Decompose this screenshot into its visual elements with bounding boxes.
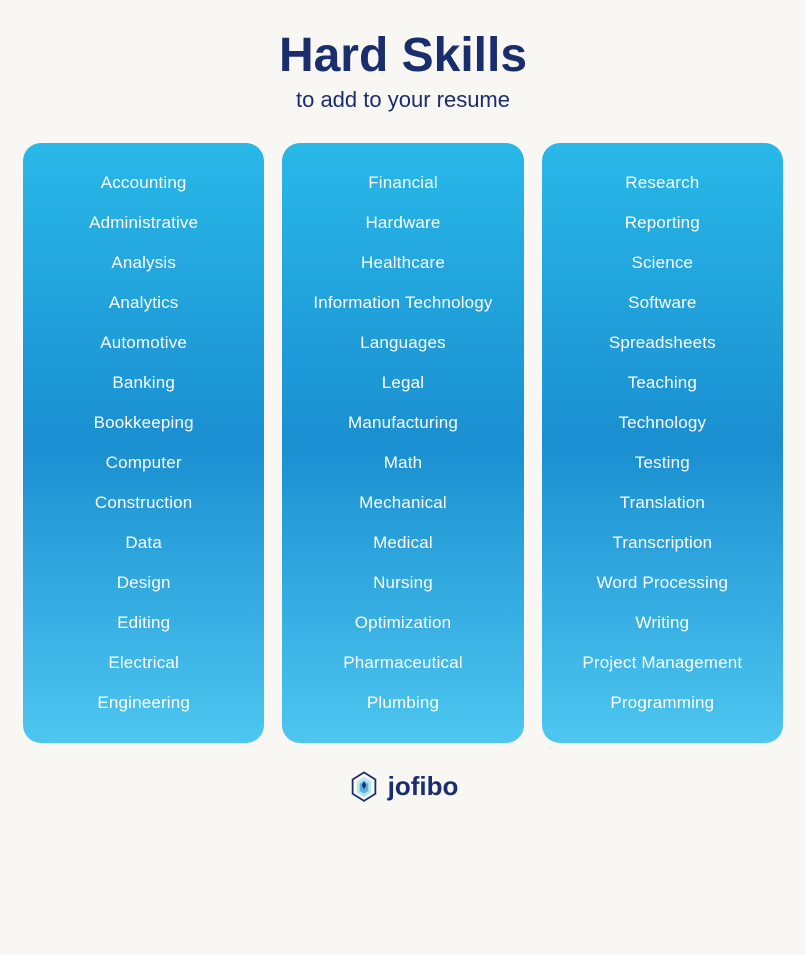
- skill-item-3-12: Writing: [552, 603, 773, 643]
- page-header: Hard Skills to add to your resume: [279, 30, 527, 113]
- skill-item-1-9: Construction: [33, 483, 254, 523]
- skill-item-3-1: Research: [552, 163, 773, 203]
- skill-item-2-14: Plumbing: [292, 683, 513, 723]
- jofibo-logo-icon: [348, 771, 380, 803]
- footer-logo-text: jofibo: [388, 771, 459, 802]
- skill-item-2-11: Nursing: [292, 563, 513, 603]
- skill-item-3-5: Spreadsheets: [552, 323, 773, 363]
- skill-item-2-2: Hardware: [292, 203, 513, 243]
- skill-item-3-6: Teaching: [552, 363, 773, 403]
- skill-item-3-13: Project Management: [552, 643, 773, 683]
- skill-item-1-7: Bookkeeping: [33, 403, 254, 443]
- skill-item-3-11: Word Processing: [552, 563, 773, 603]
- skill-item-3-10: Transcription: [552, 523, 773, 563]
- skill-item-1-13: Electrical: [33, 643, 254, 683]
- skill-item-2-4: Information Technology: [292, 283, 513, 323]
- skills-columns: AccountingAdministrativeAnalysisAnalytic…: [23, 143, 783, 743]
- skill-item-2-13: Pharmaceutical: [292, 643, 513, 683]
- skills-column-2: FinancialHardwareHealthcareInformation T…: [282, 143, 523, 743]
- skill-item-3-7: Technology: [552, 403, 773, 443]
- page-title: Hard Skills: [279, 30, 527, 83]
- skill-item-2-1: Financial: [292, 163, 513, 203]
- skill-item-2-12: Optimization: [292, 603, 513, 643]
- skill-item-1-5: Automotive: [33, 323, 254, 363]
- skill-item-2-9: Mechanical: [292, 483, 513, 523]
- skill-item-1-2: Administrative: [33, 203, 254, 243]
- skills-column-1: AccountingAdministrativeAnalysisAnalytic…: [23, 143, 264, 743]
- page-subtitle: to add to your resume: [279, 87, 527, 113]
- skill-item-1-14: Engineering: [33, 683, 254, 723]
- skill-item-1-8: Computer: [33, 443, 254, 483]
- skill-item-1-4: Analytics: [33, 283, 254, 323]
- skill-item-2-8: Math: [292, 443, 513, 483]
- skill-item-1-3: Analysis: [33, 243, 254, 283]
- skill-item-1-10: Data: [33, 523, 254, 563]
- skill-item-1-6: Banking: [33, 363, 254, 403]
- skill-item-1-11: Design: [33, 563, 254, 603]
- skill-item-3-14: Programming: [552, 683, 773, 723]
- skill-item-2-7: Manufacturing: [292, 403, 513, 443]
- skill-item-2-5: Languages: [292, 323, 513, 363]
- skill-item-2-6: Legal: [292, 363, 513, 403]
- skills-column-3: ResearchReportingScienceSoftwareSpreadsh…: [542, 143, 783, 743]
- skill-item-2-3: Healthcare: [292, 243, 513, 283]
- skill-item-1-12: Editing: [33, 603, 254, 643]
- skill-item-3-9: Translation: [552, 483, 773, 523]
- footer: jofibo: [348, 771, 459, 803]
- skill-item-2-10: Medical: [292, 523, 513, 563]
- skill-item-3-4: Software: [552, 283, 773, 323]
- skill-item-3-2: Reporting: [552, 203, 773, 243]
- skill-item-1-1: Accounting: [33, 163, 254, 203]
- skill-item-3-8: Testing: [552, 443, 773, 483]
- skill-item-3-3: Science: [552, 243, 773, 283]
